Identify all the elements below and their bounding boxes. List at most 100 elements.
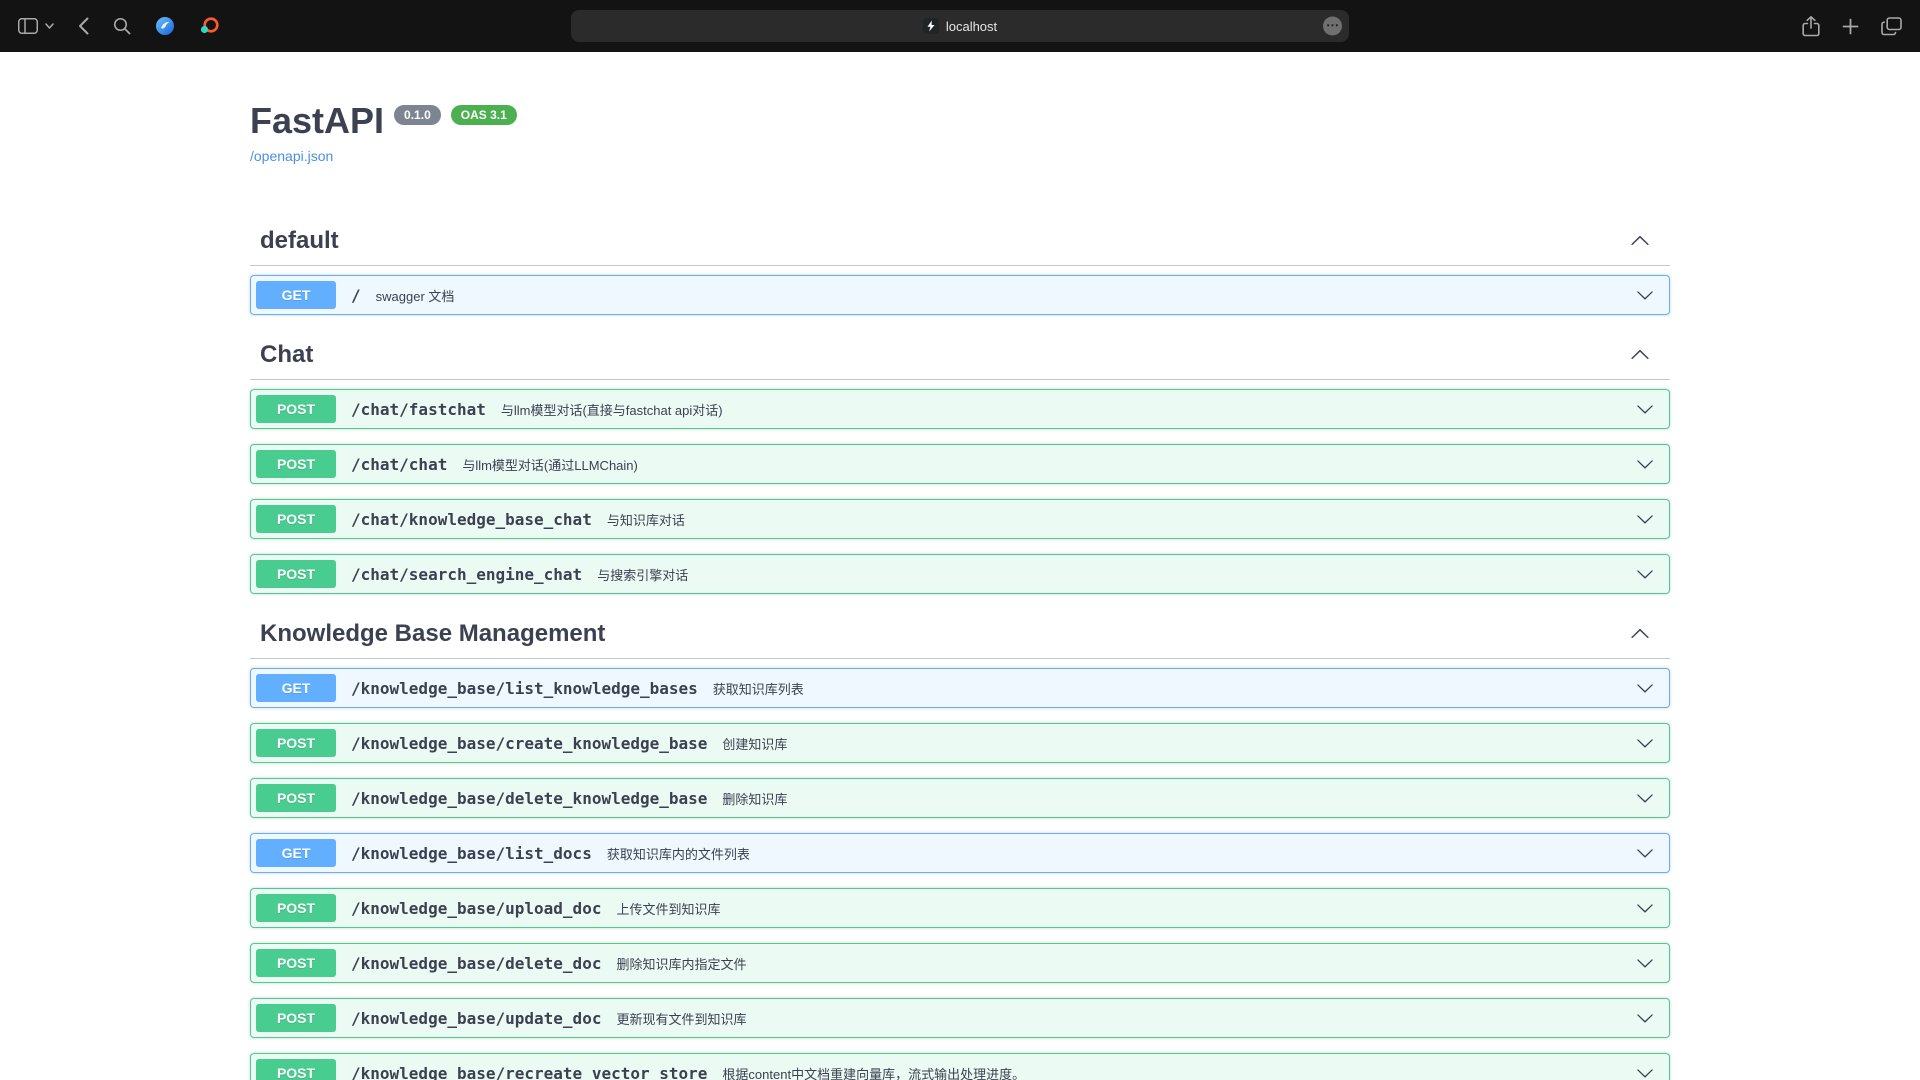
chevron-down-icon[interactable]	[1636, 844, 1654, 862]
chevron-down-icon[interactable]	[1636, 400, 1654, 418]
operations-container: default GET / swagger 文档 Chat POST /chat…	[250, 216, 1670, 1080]
sidebar-menu-chevron[interactable]	[45, 23, 54, 29]
operation-row[interactable]: GET /knowledge_base/list_knowledge_bases…	[250, 668, 1670, 708]
operation-row[interactable]: GET /knowledge_base/list_docs 获取知识库内的文件列…	[250, 833, 1670, 873]
openapi-spec-link[interactable]: /openapi.json	[250, 148, 333, 164]
operation-row[interactable]: POST /knowledge_base/delete_doc 删除知识库内指定…	[250, 943, 1670, 983]
operation-path: /chat/search_engine_chat	[346, 565, 587, 584]
operation-description: 删除知识库	[722, 789, 787, 808]
chevron-down-icon[interactable]	[1636, 510, 1654, 528]
swagger-page: FastAPI 0.1.0 OAS 3.1 /openapi.json defa…	[0, 52, 1920, 1080]
operation-description: 创建知识库	[722, 734, 787, 753]
method-badge: POST	[256, 1059, 336, 1080]
method-badge: POST	[256, 894, 336, 922]
share-button[interactable]	[1802, 16, 1820, 37]
method-badge: POST	[256, 949, 336, 977]
chevron-down-icon[interactable]	[1636, 1064, 1654, 1080]
chevron-up-icon[interactable]	[1630, 231, 1650, 251]
chevron-up-icon[interactable]	[1630, 624, 1650, 644]
operation-row[interactable]: POST /knowledge_base/create_knowledge_ba…	[250, 723, 1670, 763]
chevron-down-icon[interactable]	[1636, 286, 1654, 304]
section-title: Knowledge Base Management	[260, 619, 605, 648]
chevron-up-icon[interactable]	[1630, 345, 1650, 365]
operation-description: 获取知识库内的文件列表	[607, 844, 750, 863]
section-header[interactable]: Chat	[250, 330, 1670, 380]
method-badge: POST	[256, 505, 336, 533]
operation-path: /chat/chat	[346, 455, 452, 474]
operation-row[interactable]: POST /chat/search_engine_chat 与搜索引擎对话	[250, 554, 1670, 594]
operation-description: 上传文件到知识库	[616, 899, 720, 918]
operation-path: /knowledge_base/recreate_vector_store	[346, 1064, 712, 1080]
chevron-down-icon[interactable]	[1636, 455, 1654, 473]
sidebar-toggle-button[interactable]	[18, 18, 38, 34]
plus-icon	[1842, 18, 1859, 35]
back-chevron-icon	[78, 17, 89, 35]
operation-path: /knowledge_base/create_knowledge_base	[346, 734, 712, 753]
chrome-right-controls	[1802, 16, 1902, 37]
blue-app-button[interactable]	[155, 16, 175, 36]
search-icon	[113, 17, 131, 35]
search-button[interactable]	[113, 17, 131, 35]
chevron-down-icon[interactable]	[1636, 565, 1654, 583]
operation-description: 与知识库对话	[607, 510, 685, 529]
site-favicon	[923, 18, 939, 34]
share-icon	[1802, 16, 1820, 37]
section-header[interactable]: default	[250, 216, 1670, 266]
method-badge: POST	[256, 784, 336, 812]
section-operations: POST /chat/fastchat 与llm模型对话(直接与fastchat…	[250, 389, 1670, 594]
method-badge: GET	[256, 839, 336, 867]
operation-row[interactable]: POST /knowledge_base/upload_doc 上传文件到知识库	[250, 888, 1670, 928]
section-title: Chat	[260, 340, 313, 369]
operation-description: 与llm模型对话(直接与fastchat api对话)	[501, 400, 723, 419]
method-badge: POST	[256, 1004, 336, 1032]
chevron-down-icon[interactable]	[1636, 899, 1654, 917]
browser-chrome: localhost ⋯	[0, 0, 1920, 52]
operation-row[interactable]: POST /knowledge_base/recreate_vector_sto…	[250, 1053, 1670, 1080]
operation-description: swagger 文档	[376, 286, 455, 305]
operation-path: /knowledge_base/delete_doc	[346, 954, 606, 973]
oas-badge: OAS 3.1	[451, 105, 517, 125]
chevron-down-icon[interactable]	[1636, 679, 1654, 697]
sidebar-icon	[18, 18, 38, 34]
operation-description: 与llm模型对话(通过LLMChain)	[462, 455, 638, 474]
new-tab-button[interactable]	[1842, 18, 1859, 35]
api-section: Knowledge Base Management GET /knowledge…	[250, 609, 1670, 1080]
version-badge: 0.1.0	[394, 105, 441, 125]
api-section: default GET / swagger 文档	[250, 216, 1670, 315]
operation-row[interactable]: POST /knowledge_base/update_doc 更新现有文件到知…	[250, 998, 1670, 1038]
chevron-down-icon[interactable]	[1636, 789, 1654, 807]
chevron-down-icon[interactable]	[1636, 1009, 1654, 1027]
operation-path: /knowledge_base/delete_knowledge_base	[346, 789, 712, 808]
section-header[interactable]: Knowledge Base Management	[250, 609, 1670, 659]
method-badge: POST	[256, 395, 336, 423]
operation-row[interactable]: GET / swagger 文档	[250, 275, 1670, 315]
operation-row[interactable]: POST /knowledge_base/delete_knowledge_ba…	[250, 778, 1670, 818]
api-info: FastAPI 0.1.0 OAS 3.1 /openapi.json	[250, 100, 1670, 166]
operation-row[interactable]: POST /chat/knowledge_base_chat 与知识库对话	[250, 499, 1670, 539]
section-operations: GET /knowledge_base/list_knowledge_bases…	[250, 668, 1670, 1080]
chevron-down-icon	[45, 23, 54, 29]
back-button[interactable]	[78, 17, 89, 35]
method-badge: POST	[256, 560, 336, 588]
method-badge: GET	[256, 674, 336, 702]
chevron-down-icon[interactable]	[1636, 954, 1654, 972]
address-url: localhost	[946, 19, 997, 34]
operation-row[interactable]: POST /chat/fastchat 与llm模型对话(直接与fastchat…	[250, 389, 1670, 429]
method-badge: GET	[256, 281, 336, 309]
operation-description: 更新现有文件到知识库	[616, 1009, 746, 1028]
operation-row[interactable]: POST /chat/chat 与llm模型对话(通过LLMChain)	[250, 444, 1670, 484]
operation-path: /	[346, 286, 366, 305]
record-indicator-icon	[199, 16, 220, 36]
chevron-down-icon[interactable]	[1636, 734, 1654, 752]
address-bar[interactable]: localhost ⋯	[571, 10, 1349, 42]
operation-path: /knowledge_base/list_docs	[346, 844, 597, 863]
api-title: FastAPI 0.1.0 OAS 3.1	[250, 100, 1670, 142]
tabs-icon	[1881, 17, 1902, 36]
tab-overview-button[interactable]	[1881, 17, 1902, 36]
operation-path: /chat/knowledge_base_chat	[346, 510, 597, 529]
record-indicator-button[interactable]	[199, 16, 220, 36]
page-settings-icon[interactable]: ⋯	[1323, 17, 1342, 36]
api-title-text: FastAPI	[250, 100, 384, 142]
operation-description: 根据content中文档重建向量库，流式输出处理进度。	[722, 1064, 1025, 1080]
blue-app-icon	[155, 16, 175, 36]
